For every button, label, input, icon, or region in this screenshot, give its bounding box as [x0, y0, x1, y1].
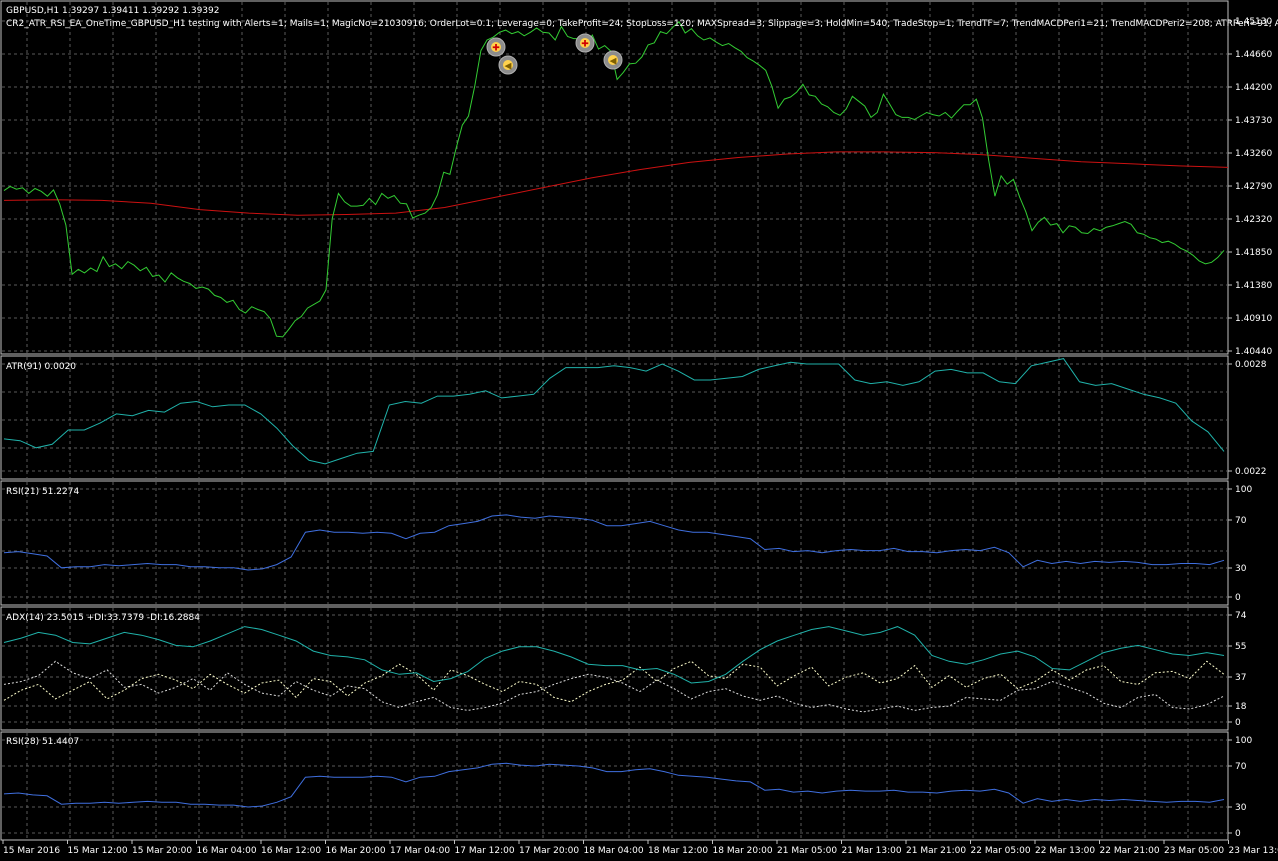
- atr-title: ATR(91) 0.0020: [6, 362, 76, 372]
- y-tick-label: 100: [1235, 485, 1252, 495]
- y-tick-label: 1.40910: [1235, 314, 1272, 324]
- marker-label: ◀: [610, 57, 617, 67]
- y-tick-label: 30: [1235, 564, 1247, 574]
- buy-entry-marker[interactable]: ✚: [486, 37, 506, 57]
- x-tick-label: 15 Mar 12:00: [68, 846, 128, 856]
- x-tick-label: 17 Mar 04:00: [390, 846, 450, 856]
- rsi28-title: RSI(28) 51.4407: [6, 737, 79, 747]
- y-tick-label: 100: [1235, 736, 1252, 746]
- y-tick-label: 1.41380: [1235, 281, 1272, 291]
- x-tick-label: 22 Mar 13:00: [1035, 846, 1095, 856]
- y-tick-label: 0.0028: [1235, 360, 1267, 370]
- y-tick-label: 70: [1235, 516, 1247, 526]
- pane-frame-adx: [0, 606, 1229, 731]
- x-tick-label: 21 Mar 13:00: [842, 846, 902, 856]
- x-tick-label: 21 Mar 05:00: [777, 846, 837, 856]
- x-tick-label: 23 Mar 05:00: [1164, 846, 1224, 856]
- time-scale: 15 Mar 2016 15 Mar 12:00 15 Mar 20:00 16 Ma…: [2, 840, 1278, 856]
- y-tick-label: 70: [1235, 762, 1247, 772]
- y-tick-label: 1.43260: [1235, 149, 1272, 159]
- y-tick-label: 74: [1235, 611, 1247, 621]
- buy-entry-marker[interactable]: ✚: [575, 33, 595, 53]
- x-tick-label: 15 Mar 20:00: [132, 846, 192, 856]
- pane-frame-atr: [0, 355, 1229, 480]
- y-tick-label: 37: [1235, 673, 1246, 683]
- x-tick-label: 17 Mar 20:00: [519, 846, 579, 856]
- price-scale: 1.451301.446601.442001.437301.432601.427…: [1228, 17, 1272, 839]
- x-tick-label: 22 Mar 05:00: [971, 846, 1031, 856]
- y-tick-label: 1.44200: [1235, 83, 1272, 93]
- pane-frame-rsi28: [0, 731, 1229, 841]
- marker-label: ✚: [581, 40, 589, 50]
- y-tick-label: 18: [1235, 702, 1247, 712]
- y-tick-label: 0: [1235, 829, 1241, 839]
- y-tick-label: 0: [1235, 593, 1241, 603]
- y-tick-label: 1.40440: [1235, 347, 1272, 357]
- marker-label: ✚: [492, 44, 500, 54]
- x-tick-label: 21 Mar 21:00: [906, 846, 966, 856]
- pane-frame-rsi21: [0, 480, 1229, 606]
- ea-parameters: CR2_ATR_RSI_EA_OneTime_GBPUSD_H1 testing…: [6, 19, 1278, 29]
- y-tick-label: 1.42320: [1235, 215, 1272, 225]
- sell-exit-marker[interactable]: ◀: [603, 50, 623, 70]
- y-tick-label: 1.44660: [1235, 50, 1272, 60]
- x-tick-label: 16 Mar 12:00: [261, 846, 321, 856]
- x-tick-label: 15 Mar 2016: [3, 846, 60, 856]
- x-tick-label: 16 Mar 20:00: [326, 846, 386, 856]
- y-tick-label: 1.43730: [1235, 116, 1272, 126]
- y-tick-label: 1.42790: [1235, 182, 1272, 192]
- x-tick-label: 18 Mar 04:00: [584, 846, 644, 856]
- x-tick-label: 17 Mar 12:00: [455, 846, 515, 856]
- x-tick-label: 23 Mar 13:00: [1229, 846, 1278, 856]
- x-tick-label: 18 Mar 12:00: [648, 846, 708, 856]
- y-tick-label: 0.0022: [1235, 467, 1267, 477]
- adx-title: ADX(14) 23.5015 +DI:33.7379 -DI:16.2884: [6, 613, 200, 623]
- y-tick-label: 0: [1235, 718, 1241, 728]
- x-tick-label: 22 Mar 21:00: [1100, 846, 1160, 856]
- marker-label: ◀: [505, 62, 512, 72]
- chart-canvas[interactable]: ✚◀✚◀ 1.451301.446601.442001.437301.43260…: [0, 0, 1278, 861]
- y-tick-label: 55: [1235, 642, 1246, 652]
- y-tick-label: 1.41850: [1235, 248, 1272, 258]
- sell-exit-marker[interactable]: ◀: [498, 55, 518, 75]
- y-tick-label: 30: [1235, 803, 1247, 813]
- x-tick-label: 16 Mar 04:00: [197, 846, 257, 856]
- symbol-info: GBPUSD,H1 1.39297 1.39411 1.39292 1.3939…: [6, 6, 219, 16]
- x-tick-label: 18 Mar 20:00: [713, 846, 773, 856]
- rsi21-title: RSI(21) 51.2274: [6, 487, 79, 497]
